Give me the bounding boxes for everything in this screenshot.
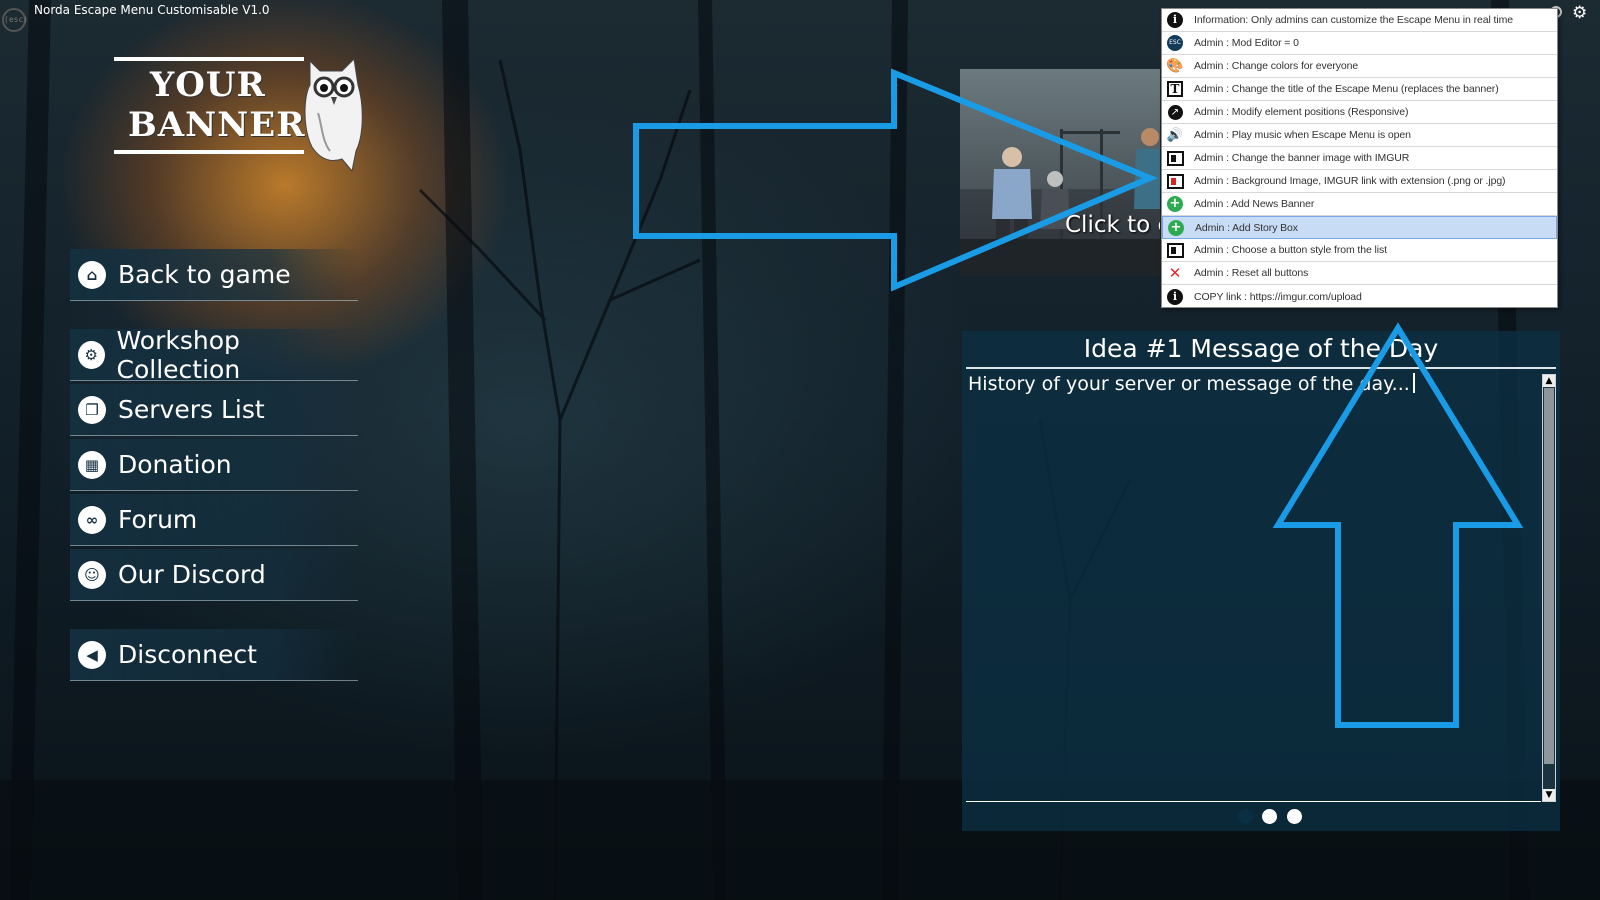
background-image-icon bbox=[1166, 173, 1184, 189]
menu-item-add-story-box[interactable]: + Admin : Add Story Box bbox=[1162, 216, 1557, 239]
story-box: Idea #1 Message of the Day History of yo… bbox=[962, 331, 1560, 831]
servers-list-button[interactable]: ❐ Servers List bbox=[70, 384, 358, 436]
menu-item-add-news-banner[interactable]: + Admin : Add News Banner bbox=[1162, 193, 1557, 216]
news-image-floor bbox=[960, 239, 1160, 276]
menu-item-label: Admin : Choose a button style from the l… bbox=[1194, 244, 1387, 256]
menu-item-label: Admin : Reset all buttons bbox=[1194, 267, 1309, 279]
story-box-text: History of your server or message of the… bbox=[968, 373, 1410, 395]
our-discord-button[interactable]: ☺ Our Discord bbox=[70, 549, 358, 601]
position-icon: ↗ bbox=[1167, 104, 1183, 120]
plus-icon: + bbox=[1167, 196, 1183, 212]
scroll-thumb[interactable] bbox=[1544, 388, 1554, 764]
menu-item-button-style[interactable]: Admin : Choose a button style from the l… bbox=[1162, 239, 1557, 262]
menu-item-play-music[interactable]: 🔊 Admin : Play music when Escape Menu is… bbox=[1162, 124, 1557, 147]
menu-item-label: Admin : Change the banner image with IMG… bbox=[1194, 152, 1410, 164]
workshop-collection-button[interactable]: ⚙ Workshop Collection bbox=[70, 325, 358, 384]
menu-item-background-image[interactable]: Admin : Background Image, IMGUR link wit… bbox=[1162, 170, 1557, 193]
banner-word-1: YOUR bbox=[150, 65, 266, 105]
scroll-up-icon[interactable]: ▲ bbox=[1543, 375, 1555, 387]
menu-item-label: Admin : Background Image, IMGUR link wit… bbox=[1194, 175, 1506, 187]
close-icon: ✕ bbox=[1168, 264, 1182, 282]
menu-item-change-title[interactable]: T Admin : Change the title of the Escape… bbox=[1162, 78, 1557, 101]
menu-item-label: Admin : Add Story Box bbox=[1195, 221, 1298, 234]
story-box-title: Idea #1 Message of the Day bbox=[1083, 334, 1439, 363]
news-image-caption: Click to c bbox=[1065, 212, 1160, 238]
info-icon: i bbox=[1167, 12, 1183, 28]
menu-item-label: Admin : Modify element positions (Respon… bbox=[1194, 106, 1409, 118]
menu-item-label: Admin : Add News Banner bbox=[1194, 198, 1315, 210]
steam-icon: ⚙ bbox=[78, 340, 105, 369]
mod-editor-icon: ESC bbox=[1167, 35, 1183, 51]
speaker-icon: 🔊 bbox=[1166, 127, 1184, 143]
esc-badge: (esc) bbox=[2, 8, 28, 32]
copy-icon: ❐ bbox=[78, 395, 106, 424]
story-box-textarea[interactable]: History of your server or message of the… bbox=[968, 373, 1415, 395]
exit-icon: ◀ bbox=[78, 640, 106, 669]
menu-item-change-colors[interactable]: 🎨 Admin : Change colors for everyone bbox=[1162, 55, 1557, 78]
menu-item-label: COPY link : https://imgur.com/upload bbox=[1194, 290, 1362, 303]
menu-item-label: Admin : Play music when Escape Menu is o… bbox=[1194, 129, 1411, 141]
story-box-scrollbar[interactable]: ▲ ▼ bbox=[1542, 374, 1556, 802]
menu-item-modify-positions[interactable]: ↗ Admin : Modify element positions (Resp… bbox=[1162, 101, 1557, 124]
menu-item-mod-editor[interactable]: ESC Admin : Mod Editor = 0 bbox=[1162, 32, 1557, 55]
menu-item-copy-link[interactable]: i COPY link : https://imgur.com/upload bbox=[1162, 285, 1557, 308]
pager-dot[interactable] bbox=[1262, 809, 1277, 824]
image-icon bbox=[1166, 150, 1184, 166]
home-icon: ⌂ bbox=[78, 260, 106, 289]
gear-icon[interactable]: ⚙ bbox=[1572, 3, 1587, 23]
forum-label: Forum bbox=[118, 505, 198, 534]
owl-icon bbox=[304, 57, 363, 173]
story-box-title-divider bbox=[966, 367, 1556, 369]
plus-icon: + bbox=[1168, 219, 1184, 236]
menu-item-information[interactable]: i Information: Only admins can customize… bbox=[1162, 9, 1557, 32]
our-discord-label: Our Discord bbox=[118, 560, 266, 589]
disconnect-label: Disconnect bbox=[118, 640, 257, 669]
banner-line-top bbox=[114, 57, 304, 61]
donation-button[interactable]: ▦ Donation bbox=[70, 439, 358, 491]
info-icon: i bbox=[1167, 288, 1183, 305]
app-title: Norda Escape Menu Customisable V1.0 bbox=[34, 3, 270, 17]
palette-icon: 🎨 bbox=[1166, 58, 1184, 74]
pager-dot[interactable] bbox=[1238, 809, 1253, 824]
store-icon: ▦ bbox=[78, 450, 106, 479]
menu-item-reset-buttons[interactable]: ✕ Admin : Reset all buttons bbox=[1162, 262, 1557, 285]
discord-icon: ☺ bbox=[78, 560, 106, 589]
pager-dot[interactable] bbox=[1287, 809, 1302, 824]
news-image-card[interactable]: Click to c bbox=[960, 69, 1160, 276]
button-style-icon bbox=[1166, 242, 1184, 258]
admin-context-menu: i Information: Only admins can customize… bbox=[1161, 8, 1558, 308]
forum-button[interactable]: ∞ Forum bbox=[70, 494, 358, 546]
banner-line-bottom bbox=[114, 150, 304, 154]
scroll-down-icon[interactable]: ▼ bbox=[1543, 789, 1555, 801]
menu-item-label: Admin : Change colors for everyone bbox=[1194, 60, 1359, 72]
servers-list-label: Servers List bbox=[118, 395, 265, 424]
back-to-game-label: Back to game bbox=[118, 260, 291, 289]
workshop-collection-label: Workshop Collection bbox=[116, 325, 241, 384]
menu-item-banner-image[interactable]: Admin : Change the banner image with IMG… bbox=[1162, 147, 1557, 170]
menu-item-label: Admin : Mod Editor = 0 bbox=[1194, 37, 1299, 49]
story-box-bottom-divider bbox=[966, 801, 1541, 802]
back-to-game-button[interactable]: ⌂ Back to game bbox=[70, 249, 358, 301]
text-icon: T bbox=[1167, 81, 1183, 97]
text-caret bbox=[1412, 373, 1415, 393]
banner-logo: YOUR BANNER bbox=[114, 55, 369, 175]
link-icon: ∞ bbox=[78, 505, 106, 534]
disconnect-button[interactable]: ◀ Disconnect bbox=[70, 629, 358, 681]
donation-label: Donation bbox=[118, 450, 232, 479]
menu-item-label: Information: Only admins can customize t… bbox=[1194, 14, 1513, 26]
menu-item-label: Admin : Change the title of the Escape M… bbox=[1194, 83, 1499, 95]
banner-word-2: BANNER bbox=[128, 105, 306, 145]
